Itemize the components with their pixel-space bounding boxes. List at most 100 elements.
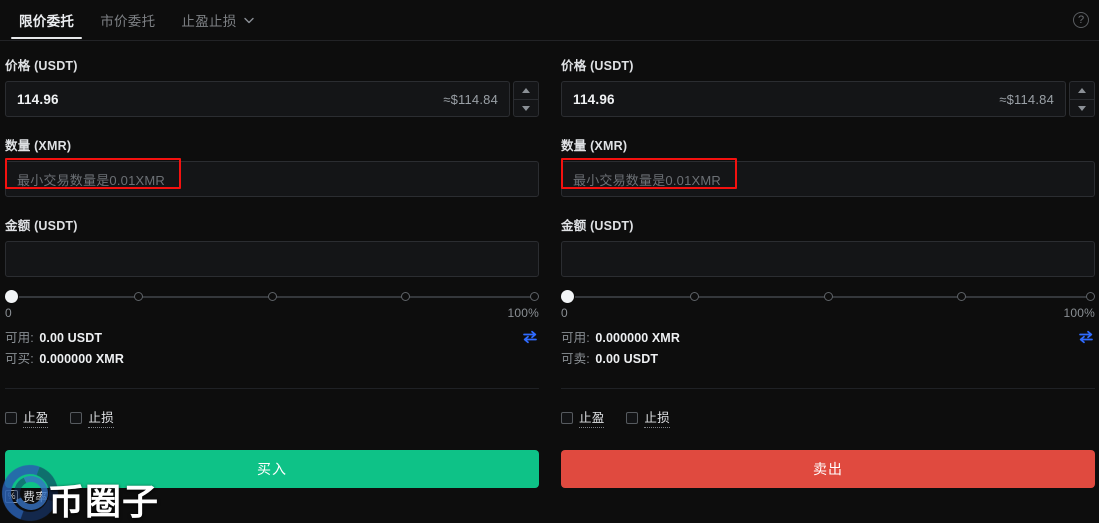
buy-quantity-input[interactable]: 最小交易数量是0.01XMR <box>5 161 539 197</box>
buy-max-value: 0.000000 XMR <box>39 352 124 366</box>
buy-take-profit-label: 止盈 <box>23 407 48 428</box>
buy-price-label: 价格 (USDT) <box>5 55 539 74</box>
order-type-tabbar: 限价委托 市价委托 止盈止损 ? <box>0 0 1099 41</box>
sell-divider <box>561 388 1095 389</box>
sell-max-row: 可卖: 0.00 USDT <box>561 349 1095 370</box>
buy-button[interactable]: 买入 <box>5 450 539 488</box>
buy-price-increment-button[interactable] <box>514 82 538 99</box>
sell-price-increment-button[interactable] <box>1070 82 1094 99</box>
buy-quantity-label: 数量 (XMR) <box>5 135 539 154</box>
trade-order-panel: 限价委托 市价委托 止盈止损 ? 价格 (USDT) 114.96 <box>0 0 1099 523</box>
percent-icon-glyph: % <box>7 492 15 501</box>
triangle-up-icon <box>522 88 530 93</box>
buy-total-label: 金额 (USDT) <box>5 215 539 234</box>
transfer-arrows-icon[interactable] <box>1078 330 1094 344</box>
sell-max-value: 0.00 USDT <box>595 352 658 366</box>
buy-price-stepper[interactable] <box>513 81 539 117</box>
buy-stop-loss-checkbox[interactable] <box>70 412 82 424</box>
buy-button-label: 买入 <box>257 459 287 479</box>
sell-available-key: 可用: <box>561 331 590 345</box>
percent-icon: % <box>5 490 18 503</box>
sell-price-input[interactable]: 114.96 ≈$114.84 <box>561 81 1066 117</box>
buy-price-value: 114.96 <box>17 92 59 107</box>
sell-price-approx: ≈$114.84 <box>999 92 1054 107</box>
sell-max-key: 可卖: <box>561 352 590 366</box>
order-type-tabs: 限价委托 市价委托 止盈止损 <box>6 0 267 40</box>
buy-panel: 价格 (USDT) 114.96 ≈$114.84 数量 (XMR) 最小交易数… <box>5 41 539 523</box>
tab-limit-order-label: 限价委托 <box>19 10 74 30</box>
sell-quantity-placeholder: 最小交易数量是0.01XMR <box>573 170 721 189</box>
sell-take-profit-checkbox[interactable] <box>561 412 573 424</box>
buy-slider-min-label: 0 <box>5 306 12 320</box>
tab-market-order-label: 市价委托 <box>100 10 155 30</box>
sell-available-value: 0.000000 XMR <box>595 331 680 345</box>
sell-price-value: 114.96 <box>573 92 615 107</box>
buy-max-key: 可买: <box>5 352 34 366</box>
buy-take-profit-option[interactable]: 止盈 <box>5 407 48 428</box>
transfer-arrows-icon[interactable] <box>522 330 538 344</box>
buy-total-input[interactable] <box>5 241 539 277</box>
sell-price-decrement-button[interactable] <box>1070 99 1094 116</box>
sell-slider-labels: 0 100% <box>561 306 1095 320</box>
sell-available-row: 可用: 0.000000 XMR <box>561 328 1095 349</box>
tab-limit-order[interactable]: 限价委托 <box>6 0 87 40</box>
buy-quantity-placeholder: 最小交易数量是0.01XMR <box>17 170 165 189</box>
buy-price-input[interactable]: 114.96 ≈$114.84 <box>5 81 510 117</box>
buy-slider-tick-75[interactable] <box>401 292 410 301</box>
buy-slider-tick-25[interactable] <box>134 292 143 301</box>
sell-stop-loss-checkbox[interactable] <box>626 412 638 424</box>
buy-slider-tick-50[interactable] <box>268 292 277 301</box>
buy-stop-loss-option[interactable]: 止损 <box>70 407 113 428</box>
help-icon-glyph: ? <box>1078 14 1084 26</box>
sell-balances: 可用: 0.000000 XMR 可卖: 0.00 USDT <box>561 328 1095 370</box>
buy-slider-tick-100[interactable] <box>530 292 539 301</box>
fee-rate-link[interactable]: % 费率 <box>5 488 47 505</box>
sell-slider-tick-100[interactable] <box>1086 292 1095 301</box>
sell-button[interactable]: 卖出 <box>561 450 1095 488</box>
sell-quantity-label: 数量 (XMR) <box>561 135 1095 154</box>
buy-price-row: 114.96 ≈$114.84 <box>5 81 539 117</box>
sell-slider-handle[interactable] <box>561 290 574 303</box>
buy-price-decrement-button[interactable] <box>514 99 538 116</box>
triangle-down-icon <box>1078 106 1086 111</box>
sell-stop-loss-option[interactable]: 止损 <box>626 407 669 428</box>
sell-stop-loss-label: 止损 <box>644 407 669 428</box>
chevron-down-icon[interactable] <box>244 17 254 24</box>
buy-take-profit-checkbox[interactable] <box>5 412 17 424</box>
sell-slider-tick-75[interactable] <box>957 292 966 301</box>
buy-stop-loss-label: 止损 <box>88 407 113 428</box>
tab-stop-order-label: 止盈止损 <box>181 10 236 30</box>
sell-amount-slider[interactable] <box>561 290 1095 304</box>
tab-market-order[interactable]: 市价委托 <box>87 0 168 40</box>
sell-options: 止盈 止损 <box>561 407 1095 428</box>
sell-quantity-input[interactable]: 最小交易数量是0.01XMR <box>561 161 1095 197</box>
sell-take-profit-label: 止盈 <box>579 407 604 428</box>
help-icon[interactable]: ? <box>1073 12 1089 28</box>
fee-rate-label: 费率 <box>23 488 47 505</box>
sell-price-label: 价格 (USDT) <box>561 55 1095 74</box>
buy-available-key: 可用: <box>5 331 34 345</box>
sell-button-label: 卖出 <box>813 459 843 479</box>
sell-price-stepper[interactable] <box>1069 81 1095 117</box>
tab-stop-order[interactable]: 止盈止损 <box>168 0 266 40</box>
sell-total-input[interactable] <box>561 241 1095 277</box>
sell-slider-min-label: 0 <box>561 306 568 320</box>
buy-balances: 可用: 0.00 USDT 可买: 0.000000 XMR <box>5 328 539 370</box>
sell-take-profit-option[interactable]: 止盈 <box>561 407 604 428</box>
buy-divider <box>5 388 539 389</box>
buy-price-approx: ≈$114.84 <box>443 92 498 107</box>
buy-max-row: 可买: 0.000000 XMR <box>5 349 539 370</box>
buy-available-value: 0.00 USDT <box>39 331 102 345</box>
triangle-down-icon <box>522 106 530 111</box>
buy-slider-handle[interactable] <box>5 290 18 303</box>
buy-options: 止盈 止损 <box>5 407 539 428</box>
buy-amount-slider[interactable] <box>5 290 539 304</box>
buy-slider-labels: 0 100% <box>5 306 539 320</box>
buy-available-row: 可用: 0.00 USDT <box>5 328 539 349</box>
sell-slider-tick-50[interactable] <box>824 292 833 301</box>
sell-total-label: 金额 (USDT) <box>561 215 1095 234</box>
active-tab-underline <box>11 37 82 39</box>
triangle-up-icon <box>1078 88 1086 93</box>
sell-slider-max-label: 100% <box>1064 306 1096 320</box>
sell-slider-tick-25[interactable] <box>690 292 699 301</box>
